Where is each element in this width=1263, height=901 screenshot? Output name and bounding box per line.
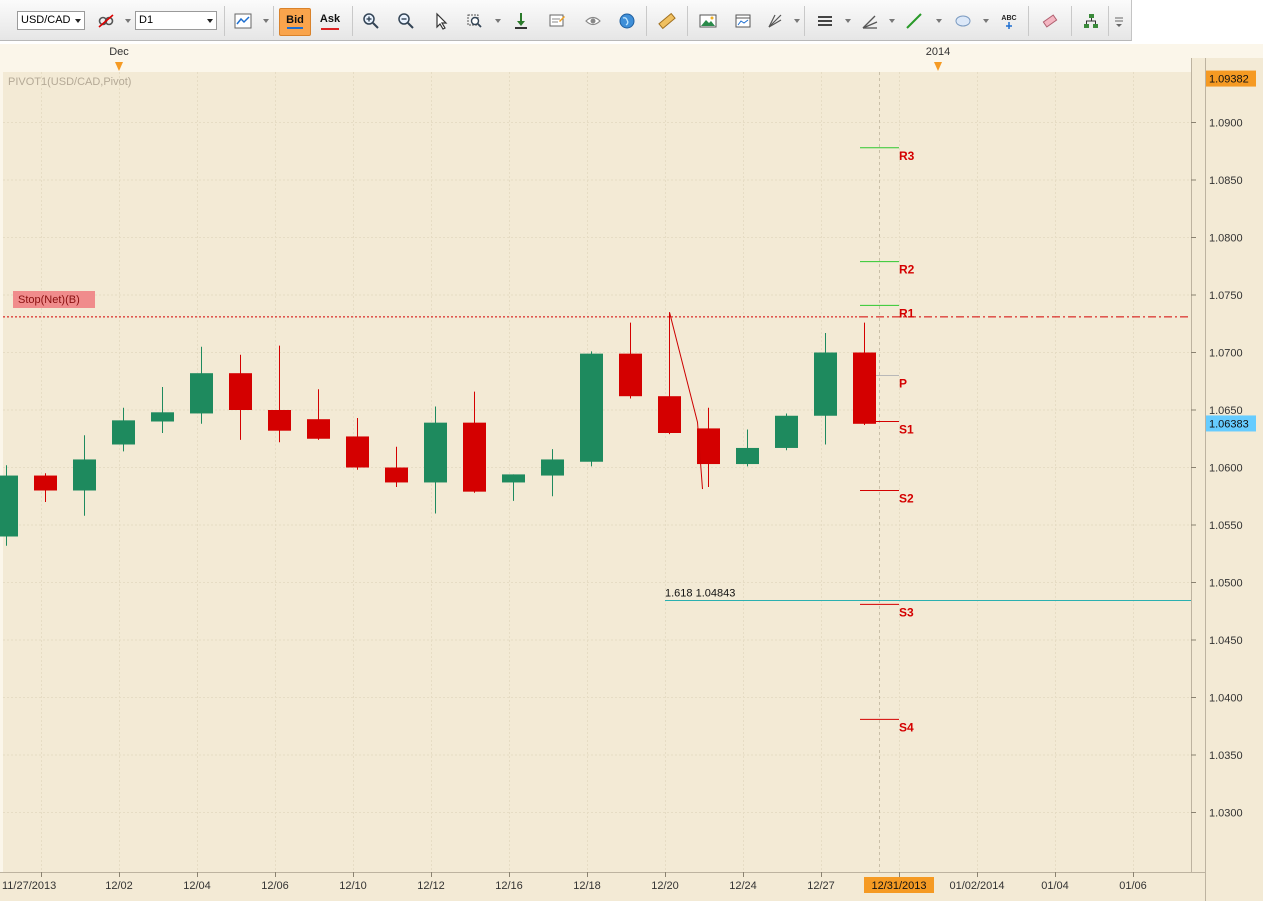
candle-body [502,474,525,483]
price-axis-label: 1.0300 [1209,808,1243,820]
candle-body [307,419,330,439]
price-axis-label: 1.0750 [1209,290,1243,302]
price-axis-label: 1.0700 [1209,348,1243,360]
selected-date-label: 12/31/2013 [871,880,926,892]
pivot-label-s2: S2 [899,492,914,506]
date-axis-label: 12/18 [573,880,601,892]
candle-body [151,412,174,422]
candle-body [424,422,447,483]
candle-body [0,475,18,537]
pivot-label-s3: S3 [899,605,914,619]
date-axis-label: 12/06 [261,880,289,892]
date-axis-label: 01/02/2014 [949,880,1004,892]
stop-order-label: Stop(Net)(B) [18,294,80,306]
date-axis-label: 11/27/2013 [2,880,56,892]
pivot-label-p: P [899,377,907,391]
candle-body [190,373,213,414]
candle-body [736,447,759,465]
pivot-label-s1: S1 [899,423,914,437]
candle-body [385,467,408,483]
candle-body [853,352,876,424]
pivot-label-r1: R1 [899,306,915,320]
price-axis-label: 1.0650 [1209,405,1243,417]
current-price-label: 1.06383 [1209,418,1249,430]
candle-body [541,459,564,476]
fib-extension-label: 1.618 1.04843 [665,588,735,600]
candle [0,465,18,546]
price-axis-label: 1.0800 [1209,233,1243,245]
candle-body [580,353,603,462]
date-axis-label: 12/24 [729,880,757,892]
price-axis-label: 1.0600 [1209,463,1243,475]
candle-body [112,420,135,445]
month-marker-label: Dec [109,46,129,58]
price-axis-label: 1.0850 [1209,175,1243,187]
plot-area[interactable] [3,72,1191,872]
candle-body [619,353,642,397]
candle-body [658,396,681,433]
price-axis-label: 1.0350 [1209,750,1243,762]
month-marker-label: 2014 [926,46,950,58]
indicator-label: PIVOT1(USD/CAD,Pivot) [8,76,131,88]
candle [580,351,603,467]
price-axis-label: 1.0900 [1209,118,1243,130]
date-axis-label: 12/27 [807,880,835,892]
date-axis-label: 01/06 [1119,880,1147,892]
price-axis-label: 1.0400 [1209,693,1243,705]
date-axis-label: 12/10 [339,880,367,892]
date-axis-label: 12/02 [105,880,133,892]
candle-body [73,459,96,491]
candle [775,413,798,451]
pivot-label-s4: S4 [899,720,914,734]
price-chart[interactable]: Dec 2014 1.0900 1.0850 1.0800 1.0750 1.0700 1.… [0,0,1263,901]
date-axis-label: 12/20 [651,880,679,892]
price-axis-label: 1.0450 [1209,635,1243,647]
date-axis-label: 12/12 [417,880,445,892]
pivot-label-r2: R2 [899,263,915,277]
candle-body [268,410,291,431]
price-axis-label: 1.0550 [1209,520,1243,532]
candle-body [34,475,57,491]
candle-body [814,352,837,416]
date-axis-label: 01/04 [1041,880,1069,892]
candle-body [775,415,798,448]
pivot-label-r3: R3 [899,149,915,163]
top-price-label: 1.09382 [1209,74,1249,86]
date-axis-label: 12/04 [183,880,211,892]
candle-body [229,373,252,410]
candle-body [346,436,369,468]
candle-body [463,422,486,492]
price-axis-label: 1.0500 [1209,578,1243,590]
date-axis-label: 12/16 [495,880,523,892]
